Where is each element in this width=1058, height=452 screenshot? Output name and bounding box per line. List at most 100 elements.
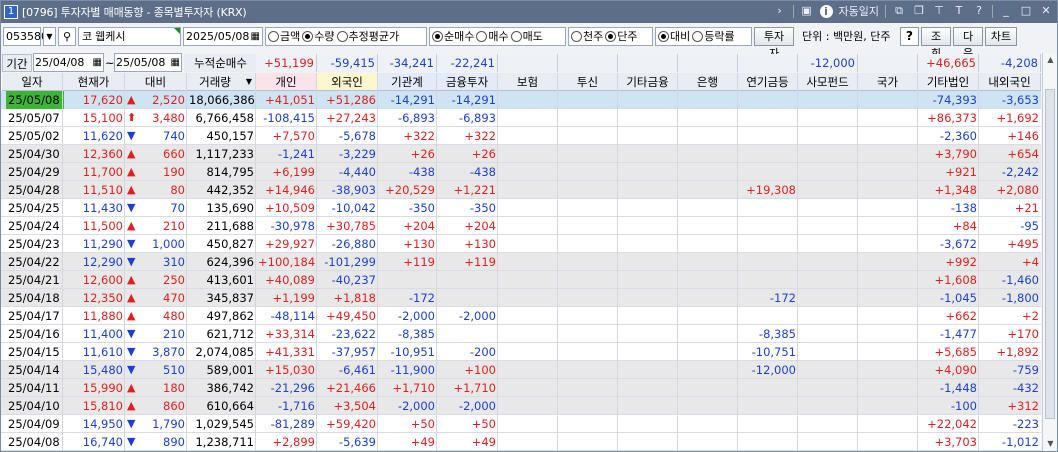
investor-button[interactable]: 투자자	[754, 26, 794, 60]
table-cell	[618, 343, 678, 361]
column-header[interactable]: 보험	[498, 73, 558, 91]
date-cell: 25/04/09	[8, 417, 60, 431]
table-cell: 413,601	[206, 273, 254, 287]
table-cell	[798, 217, 858, 235]
link-icon[interactable]: ⧉	[892, 4, 906, 18]
arrow-right-icon[interactable]: ›	[773, 4, 787, 18]
auto-save-label[interactable]: 자동일지	[839, 3, 879, 19]
column-header[interactable]: 은행	[678, 73, 738, 91]
column-header[interactable]: 현재가	[63, 73, 125, 91]
period-to-input[interactable]: 25/05/08 ▦	[114, 53, 182, 72]
radio-avg-price[interactable]: 추정평균가	[336, 28, 399, 44]
radio-buy[interactable]: 매수	[476, 28, 509, 44]
close-icon[interactable]: ✕	[1039, 4, 1053, 18]
investor-table[interactable]: 일자 현재가 대비 거래량 ▼ 개인 외국인 기관계 금융투자 보험 투신 기타금융 은행 연기금등 사모펀…	[1, 73, 1041, 451]
radio-amount[interactable]: 금액	[268, 28, 300, 44]
table-cell: +50	[471, 417, 496, 431]
column-header[interactable]: 대비	[125, 73, 187, 91]
column-header[interactable]: 개인	[256, 73, 317, 91]
table-cell: 1,029,545	[195, 417, 254, 431]
table-cell: +100,184	[258, 255, 316, 269]
table-cell: 497,862	[206, 309, 254, 323]
radio-sell[interactable]: 매도	[510, 28, 543, 44]
calendar-icon[interactable]: ▦	[93, 54, 102, 71]
table-cell: -2,360	[939, 129, 977, 143]
column-header[interactable]: 투신	[558, 73, 618, 91]
pin-icon[interactable]: ⊤	[932, 4, 946, 18]
table-cell	[558, 415, 618, 433]
column-header[interactable]: 금융투자	[437, 73, 498, 91]
next-button[interactable]: 다음	[953, 26, 983, 60]
column-header[interactable]: 기관계	[378, 73, 437, 91]
table-cell	[378, 271, 437, 289]
chart-button[interactable]: 차트	[985, 26, 1017, 46]
table-cell: 814,795	[206, 165, 254, 179]
help-icon[interactable]: ?	[972, 4, 986, 18]
help-button[interactable]: ?	[900, 26, 919, 46]
column-header[interactable]: 사모펀드	[798, 73, 858, 91]
table-cell	[618, 415, 678, 433]
table-cell: +1,199	[272, 291, 315, 305]
table-cell	[618, 271, 678, 289]
column-header[interactable]: 내외국인	[979, 73, 1041, 91]
column-header[interactable]: 국가	[858, 73, 918, 91]
column-header[interactable]: 기타법인	[918, 73, 979, 91]
table-cell: +2,080	[996, 183, 1039, 197]
radio-net-buy[interactable]: 순매수	[432, 28, 474, 44]
table-cell: +14,946	[265, 183, 315, 197]
column-header[interactable]: 연기금등	[738, 73, 798, 91]
table-cell: +322	[403, 129, 435, 143]
font-icon[interactable]: T	[952, 4, 966, 18]
copy-icon[interactable]: ❐	[912, 4, 926, 18]
table-cell: -1,448	[939, 381, 977, 395]
date-input[interactable]: 2025/05/08 ▦	[183, 26, 263, 46]
period-from-input[interactable]: 25/04/08 ▦	[33, 53, 104, 72]
table-cell: 11,500	[82, 219, 123, 233]
calendar-icon[interactable]: ▦	[251, 28, 260, 45]
table-cell	[618, 397, 678, 415]
column-divider	[497, 73, 498, 451]
info-icon[interactable]: i	[819, 4, 833, 18]
memo-icon[interactable]: ▣	[800, 4, 814, 18]
table-cell	[498, 343, 558, 361]
table-cell	[858, 145, 918, 163]
column-header[interactable]: 일자	[2, 73, 63, 91]
column-header[interactable]: 거래량 ▼	[187, 73, 256, 91]
summary-cell	[618, 54, 678, 72]
table-cell: -172	[408, 291, 435, 305]
dropdown-icon[interactable]: ▼	[43, 26, 56, 46]
table-cell: +4	[1022, 255, 1039, 269]
table-cell	[858, 217, 918, 235]
column-header[interactable]: 기타금융	[618, 73, 678, 91]
upper-limit-icon: ⬆	[127, 111, 137, 124]
scroll-up-icon[interactable]: ▲	[1043, 53, 1058, 67]
column-divider	[316, 73, 317, 451]
table-cell: 14,950	[82, 417, 123, 431]
table-cell: +495	[1007, 237, 1039, 251]
scroll-down-icon[interactable]: ▼	[1043, 437, 1058, 451]
radio-thousand-shares[interactable]: 천주	[571, 28, 603, 44]
table-cell: 211,688	[206, 219, 254, 233]
up-arrow-icon: ▲	[127, 309, 136, 322]
vertical-scrollbar[interactable]: ▲ ▼	[1042, 53, 1057, 451]
calendar-icon[interactable]: ▦	[171, 54, 180, 71]
table-cell	[798, 325, 858, 343]
sort-down-icon[interactable]: ▼	[246, 73, 252, 91]
column-header[interactable]: 외국인	[317, 73, 378, 91]
radio-single-shares[interactable]: 단주	[605, 28, 638, 44]
maximize-icon[interactable]: □	[1019, 4, 1033, 18]
table-cell: +84	[952, 219, 977, 233]
scroll-thumb[interactable]	[1045, 89, 1055, 419]
radio-change[interactable]: 대비	[658, 28, 690, 44]
radio-change-rate[interactable]: 등락률	[692, 28, 735, 44]
stock-name-field[interactable]: 코 웹케시	[78, 26, 181, 46]
query-button[interactable]: 조회	[921, 26, 951, 60]
minimize-icon[interactable]: _	[999, 4, 1013, 18]
down-arrow-icon: ▼	[127, 417, 136, 430]
search-icon[interactable]: ⚲	[58, 26, 76, 46]
radio-quantity[interactable]: 수량	[302, 28, 335, 44]
table-cell: 12,290	[82, 255, 123, 269]
table-cell: +21	[1014, 201, 1039, 215]
stock-code-input[interactable]: 053580	[3, 26, 48, 46]
table-cell: +1,818	[333, 291, 376, 305]
